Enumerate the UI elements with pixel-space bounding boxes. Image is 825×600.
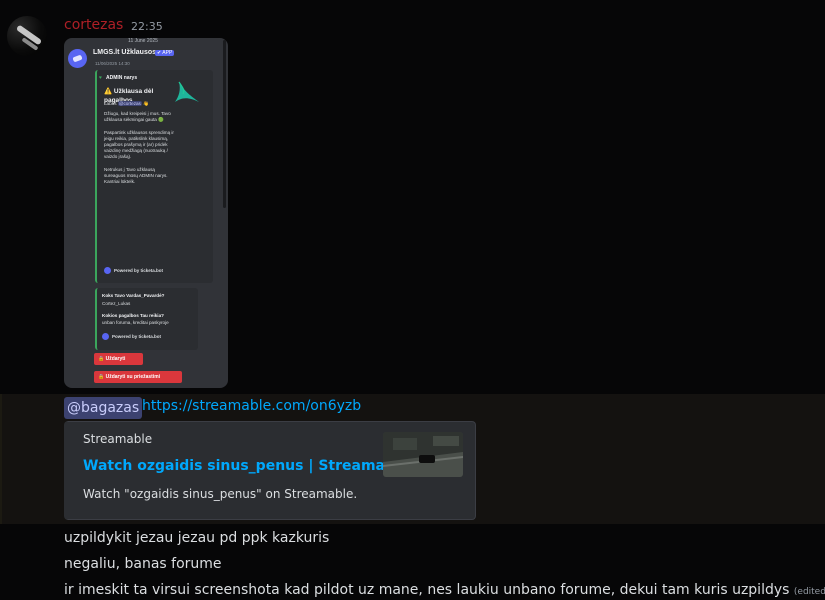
- link-embed-card: Streamable Watch ozgaidis sinus_penus | …: [64, 421, 476, 520]
- message-text-edited: ir imeskit ta virsui screenshota kad pil…: [64, 582, 825, 598]
- message-text: negaliu, banas forume: [64, 556, 222, 572]
- streamable-link[interactable]: https://streamable.com/on6yzb: [142, 398, 361, 414]
- green-heart-icon: ♥: [99, 75, 102, 81]
- form-question-1: Koks Tavo Vardas_Pavardė?: [102, 293, 165, 298]
- app-badge: ✔ APP: [155, 50, 175, 56]
- edited-label: (edited): [793, 587, 825, 597]
- bot-name: LMGS.lt Užklausos: [93, 49, 157, 56]
- message-username[interactable]: cortezas: [64, 17, 123, 33]
- bot-avatar: [68, 49, 87, 68]
- embed-link-title[interactable]: Watch ozgaidis sinus_penus | Streamable: [83, 458, 409, 474]
- embed-greeting-mention: @cortezas: [117, 101, 142, 106]
- embed-description: Watch "ozgaidis sinus_penus" on Streamab…: [83, 487, 358, 501]
- form-footer: Powered by ticketa.bot: [112, 334, 162, 339]
- ticketa-bot-icon: [102, 333, 109, 340]
- form-answers-embed: Koks Tavo Vardas_Pavardė? Cortez_Lukas K…: [95, 288, 198, 350]
- ticket-embed: ♥ ADMIN narys ⚠️ Užklausa dėl pagalbos L…: [95, 70, 213, 283]
- form-question-2: Kokios pagalbos Tau reikia?: [102, 313, 164, 318]
- close-with-reason-button[interactable]: 🔒 Uždaryti su priežastimi: [94, 371, 182, 383]
- user-mention[interactable]: @bagazas: [64, 397, 143, 419]
- message-text: uzpildykit jezau jezau pd ppk kazkuris: [64, 530, 330, 546]
- embed-provider[interactable]: Streamable: [83, 432, 152, 446]
- video-thumbnail-image: [383, 432, 463, 477]
- attachment-scrollbar: [223, 40, 226, 208]
- mention-highlight-bar: [0, 394, 2, 524]
- close-ticket-button[interactable]: 🔒 Uždaryti: [94, 353, 143, 365]
- brand-logo-icon: [175, 81, 199, 102]
- form-answer-2: unban foruma, kreditai paskyroje: [102, 320, 169, 325]
- bot-timestamp: 11/06/2025 14:30: [95, 61, 130, 66]
- embed-footer: Powered by ticketa.bot: [114, 268, 164, 273]
- screenshot-attachment[interactable]: 11 June 2025 LMGS.lt Užklausos ✔ APP 11/…: [64, 38, 228, 388]
- message-timestamp: 22:35: [131, 20, 163, 33]
- form-answer-1: Cortez_Lukas: [102, 301, 131, 306]
- embed-description: Džiugu, kad kreipeisi į mus. Tavo užklau…: [104, 111, 174, 185]
- video-thumbnail[interactable]: [383, 432, 463, 477]
- embed-greeting: Labas @cortezas 👋: [104, 101, 149, 106]
- ticketa-bot-icon: [104, 267, 111, 274]
- user-avatar[interactable]: [7, 16, 47, 56]
- message-text: ir imeskit ta virsui screenshota kad pil…: [64, 582, 790, 598]
- embed-author: ADMIN narys: [106, 75, 138, 81]
- attachment-date-divider: 11 June 2025: [128, 38, 158, 44]
